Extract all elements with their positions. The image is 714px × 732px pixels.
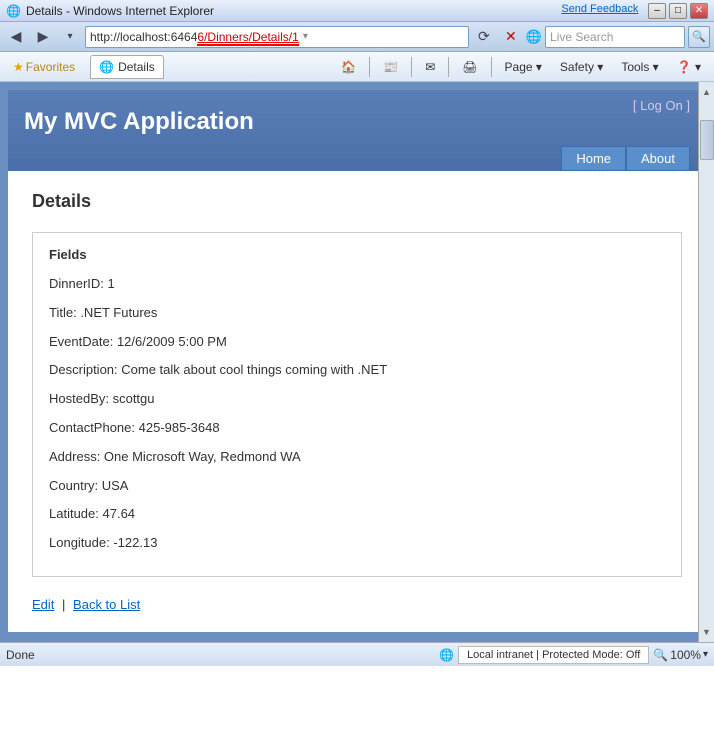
help-button[interactable]: ❓ ▾	[670, 55, 708, 79]
field-value-address: One Microsoft Way, Redmond WA	[104, 449, 301, 464]
action-links: Edit | Back to List	[32, 597, 682, 612]
main-content: Details Fields DinnerID: 1 Title: .NET F…	[8, 171, 706, 632]
nav-links: Home About	[24, 140, 690, 171]
field-longitude: Longitude: -122.13	[49, 533, 665, 554]
sep4	[491, 57, 492, 77]
live-search-label: Live Search	[550, 30, 613, 44]
ie-tab[interactable]: 🌐 Details	[90, 55, 164, 79]
page-menu[interactable]: Page ▾	[498, 55, 549, 79]
field-description: Description: Come talk about cool things…	[49, 360, 665, 381]
field-address: Address: One Microsoft Way, Redmond WA	[49, 447, 665, 468]
address-text: http://localhost:64646/Dinners/Details/1	[90, 30, 299, 44]
status-right: 🌐 Local intranet | Protected Mode: Off 🔍…	[439, 646, 708, 664]
home-toolbar-button[interactable]: 🏠	[334, 55, 363, 79]
address-bar[interactable]: http://localhost:64646/Dinners/Details/1…	[85, 26, 469, 48]
field-value-longitude: -122.13	[113, 535, 157, 550]
send-feedback-link[interactable]: Send Feedback	[561, 3, 638, 19]
ie-icon: 🌐	[99, 60, 114, 74]
field-value-hostedby: scottgu	[113, 391, 155, 406]
field-value-eventdate: 12/6/2009 5:00 PM	[117, 334, 227, 349]
status-zone: Local intranet | Protected Mode: Off	[458, 646, 649, 664]
fields-box: Fields DinnerID: 1 Title: .NET Futures E…	[32, 232, 682, 577]
page-heading: Details	[32, 191, 682, 212]
nav-bar: ◀ ▶ ▾ http://localhost:64646/Dinners/Det…	[0, 22, 714, 52]
forward-button[interactable]: ▶	[31, 25, 55, 49]
feeds-button[interactable]: 📰	[376, 55, 405, 79]
minimize-button[interactable]: –	[648, 3, 666, 19]
toolbar: ★ Favorites 🌐 Details 🏠 📰 ✉ 🖨 Page ▾ Saf…	[0, 52, 714, 82]
field-eventdate: EventDate: 12/6/2009 5:00 PM	[49, 332, 665, 353]
search-area: 🌐 Live Search 🔍	[526, 26, 710, 48]
field-hostedby: HostedBy: scottgu	[49, 389, 665, 410]
title-bar: 🌐 Details - Windows Internet Explorer Se…	[0, 0, 714, 22]
scroll-thumb[interactable]	[700, 120, 714, 160]
field-label-hostedby: HostedBy:	[49, 391, 113, 406]
zoom-area[interactable]: 🔍 100% ▾	[653, 648, 708, 662]
star-icon: ★	[13, 60, 24, 74]
address-highlight: 6/Dinners/Details/1	[197, 30, 298, 46]
tab-label: Details	[118, 60, 155, 74]
field-label-eventdate: EventDate:	[49, 334, 117, 349]
home-nav-link[interactable]: Home	[561, 146, 626, 171]
field-country: Country: USA	[49, 476, 665, 497]
favorites-button[interactable]: ★ Favorites	[6, 55, 82, 79]
close-button[interactable]: ✕	[690, 3, 708, 19]
zoom-level: 100%	[670, 648, 701, 662]
scroll-down-button[interactable]: ▼	[700, 624, 714, 640]
field-label-contactphone: ContactPhone:	[49, 420, 139, 435]
ie-logo-icon: 🌐	[526, 29, 542, 45]
window-title: Details - Windows Internet Explorer	[26, 4, 214, 18]
field-value-description: Come talk about cool things coming with …	[121, 362, 387, 377]
field-contactphone: ContactPhone: 425-985-3648	[49, 418, 665, 439]
refresh-button[interactable]: ⟳	[472, 25, 496, 49]
maximize-button[interactable]: □	[669, 3, 687, 19]
zone-icon: 🌐	[439, 648, 454, 662]
about-nav-link[interactable]: About	[626, 146, 690, 171]
scroll-up-button[interactable]: ▲	[700, 84, 714, 100]
sep1	[369, 57, 370, 77]
print-button[interactable]: 🖨	[455, 55, 484, 79]
field-label-description: Description:	[49, 362, 121, 377]
back-to-list-link[interactable]: Back to List	[73, 597, 140, 612]
status-text: Done	[6, 648, 439, 662]
browser-icon: 🌐	[6, 4, 21, 18]
app-title: My MVC Application	[24, 100, 690, 140]
stop-button[interactable]: ✕	[499, 25, 523, 49]
sep2	[411, 57, 412, 77]
back-button[interactable]: ◀	[4, 25, 28, 49]
field-value-dinnerid: 1	[108, 276, 115, 291]
dropdown-button[interactable]: ▾	[58, 25, 82, 49]
safety-menu[interactable]: Safety ▾	[553, 55, 610, 79]
field-label-country: Country:	[49, 478, 102, 493]
field-label-address: Address:	[49, 449, 104, 464]
fields-title: Fields	[49, 247, 665, 262]
tools-menu[interactable]: Tools ▾	[614, 55, 665, 79]
mail-button[interactable]: ✉	[418, 55, 442, 79]
field-label-title: Title:	[49, 305, 80, 320]
status-bar: Done 🌐 Local intranet | Protected Mode: …	[0, 642, 714, 666]
field-label-longitude: Longitude:	[49, 535, 113, 550]
scrollbar[interactable]: ▲ ▼	[698, 82, 714, 642]
edit-link[interactable]: Edit	[32, 597, 54, 612]
search-button[interactable]: 🔍	[688, 26, 710, 48]
address-dropdown-icon[interactable]: ▾	[303, 31, 308, 42]
page-area: [ Log On ] My MVC Application Home About…	[0, 82, 714, 642]
sep3	[448, 57, 449, 77]
field-latitude: Latitude: 47.64	[49, 504, 665, 525]
field-value-title: .NET Futures	[80, 305, 157, 320]
field-value-country: USA	[102, 478, 129, 493]
field-label-dinnerid: DinnerID:	[49, 276, 108, 291]
action-separator: |	[62, 597, 65, 612]
field-title: Title: .NET Futures	[49, 303, 665, 324]
zoom-icon: 🔍	[653, 648, 668, 662]
app-header: [ Log On ] My MVC Application Home About	[8, 90, 706, 171]
zoom-dropdown-icon[interactable]: ▾	[703, 649, 708, 660]
field-value-latitude: 47.64	[103, 506, 136, 521]
search-input[interactable]: Live Search	[545, 26, 685, 48]
field-label-latitude: Latitude:	[49, 506, 103, 521]
field-value-contactphone: 425-985-3648	[139, 420, 220, 435]
field-dinnerid: DinnerID: 1	[49, 274, 665, 295]
log-on-link[interactable]: [ Log On ]	[633, 98, 690, 113]
